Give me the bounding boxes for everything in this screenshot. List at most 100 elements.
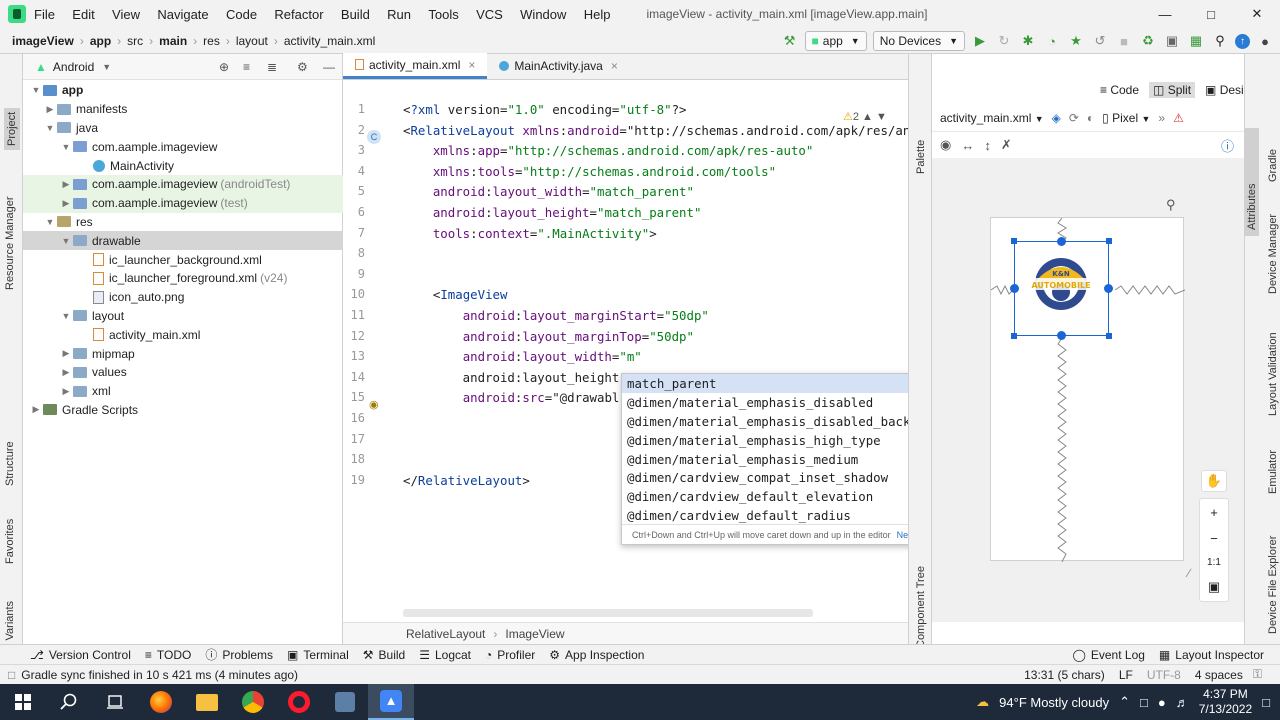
code-line[interactable]: android:layout_width="m" — [403, 349, 642, 364]
tree-item-app[interactable]: ▼ app — [23, 81, 343, 100]
tab-activity-main[interactable]: activity_main.xml × — [343, 53, 488, 79]
firefox-icon[interactable] — [138, 684, 184, 720]
tab-palette[interactable]: Palette — [915, 140, 927, 174]
menu-run[interactable]: Run — [387, 7, 411, 22]
clock[interactable]: 4:37 PM 7/13/2022 — [1199, 687, 1252, 717]
code-line[interactable]: tools:context=".MainActivity"> — [403, 226, 657, 241]
tool-app-inspection[interactable]: ⚙ App Inspection — [549, 648, 644, 662]
code-line[interactable]: android:layout_height="match_parent" — [403, 205, 702, 220]
magnet-icon[interactable]: ✗ — [1001, 137, 1012, 153]
crumb-imageview[interactable]: ImageView — [505, 627, 564, 641]
run-icon[interactable]: ▶ — [971, 32, 989, 50]
class-gutter-icon[interactable]: C — [367, 130, 381, 144]
tab-device-file-explorer[interactable]: Device File Explorer — [1267, 536, 1279, 634]
crumb-main[interactable]: main — [159, 34, 187, 48]
opera-icon[interactable] — [276, 684, 322, 720]
tree-item-package-test[interactable]: ▶ com.aample.imageview (test) — [23, 193, 343, 213]
volume-icon[interactable]: ♬ — [1176, 695, 1189, 710]
tab-resource-manager[interactable]: Resource Manager — [4, 196, 16, 290]
code-line[interactable]: android:layout_width="match_parent" — [403, 184, 694, 199]
caret-position[interactable]: 13:31 (5 chars) — [1024, 668, 1105, 682]
expand-all-icon[interactable]: ≡ — [243, 60, 250, 74]
tree-item-gradle-scripts[interactable]: ▶ Gradle Scripts — [23, 401, 343, 420]
code-line[interactable]: <RelativeLayout xmlns:android="http://sc… — [403, 123, 908, 138]
tree-item-xml[interactable]: ▶ xml — [23, 382, 343, 401]
network-icon[interactable]: □ — [1140, 695, 1148, 710]
tool-build[interactable]: ⚒ Build — [363, 648, 405, 662]
tab-layout-validation[interactable]: Layout Validation — [1267, 332, 1279, 416]
menu-view[interactable]: View — [112, 7, 140, 22]
minimize-button[interactable]: — — [1142, 0, 1188, 28]
code-line[interactable]: android:layout_marginTop="50dp" — [403, 329, 694, 344]
chevron-up-icon[interactable]: ⌃ — [1119, 694, 1130, 710]
maximize-button[interactable]: □ — [1188, 0, 1234, 28]
menu-refactor[interactable]: Refactor — [274, 7, 323, 22]
zoom-in-icon[interactable]: + — [1210, 505, 1218, 520]
indent-setting[interactable]: 4 spaces — [1195, 668, 1243, 682]
left-anchor-handle[interactable] — [1010, 284, 1019, 293]
zoom-fit-icon[interactable]: ▣ — [1208, 579, 1220, 595]
tree-item-ic-launcher-background[interactable]: ic_launcher_background.xml — [23, 250, 343, 269]
lock-icon[interactable]: ⚿ — [1253, 667, 1262, 682]
help-icon[interactable]: ⓘ — [1221, 136, 1234, 155]
zoom-reset-button[interactable]: 1:1 — [1207, 557, 1221, 568]
code-line[interactable]: <?xml version="1.0" encoding="utf-8"?> — [403, 102, 687, 117]
tool-layout-inspector[interactable]: ▦ Layout Inspector — [1159, 648, 1264, 662]
orientation-icon[interactable]: ⟳ — [1069, 111, 1079, 125]
gear-icon[interactable]: ⚙ — [297, 60, 308, 74]
pin-icon[interactable]: ⚲ — [1166, 197, 1176, 213]
menu-window[interactable]: Window — [520, 7, 566, 22]
chevron-down-icon[interactable]: ▼ — [102, 62, 111, 72]
resize-handle-icon[interactable]: ∕ — [1188, 566, 1190, 580]
layers-icon[interactable]: ◈ — [1052, 111, 1061, 125]
tab-emulator[interactable]: Emulator — [1267, 450, 1279, 494]
tool-logcat[interactable]: ☰ Logcat — [419, 648, 471, 662]
apply-changes-icon[interactable]: ↺ — [1091, 32, 1109, 50]
tab-mainactivity[interactable]: MainActivity.java × — [487, 53, 630, 79]
code-line[interactable]: <ImageView — [403, 287, 508, 302]
crumb-res[interactable]: res — [203, 34, 220, 48]
project-view-select[interactable]: Android — [53, 60, 94, 74]
tree-item-drawable[interactable]: ▼ drawable — [23, 231, 343, 251]
menu-code[interactable]: Code — [226, 7, 257, 22]
tool-version-control[interactable]: ⎇ Version Control — [30, 648, 131, 662]
tree-item-mipmap[interactable]: ▶ mipmap — [23, 344, 343, 363]
tool-terminal[interactable]: ▣ Terminal — [287, 648, 349, 662]
status-icon[interactable]: □ — [8, 668, 15, 682]
android-studio-taskbar-icon[interactable]: ▲ — [368, 684, 414, 720]
menu-vcs[interactable]: VCS — [476, 7, 503, 22]
view-mode-split[interactable]: ◫ Split — [1149, 82, 1196, 98]
crumb-project[interactable]: imageView — [12, 34, 74, 48]
menu-tools[interactable]: Tools — [428, 7, 458, 22]
tab-favorites[interactable]: Favorites — [4, 519, 16, 564]
code-line[interactable]: android:layout_height — [403, 370, 620, 385]
tab-device-manager[interactable]: Device Manager — [1267, 214, 1279, 294]
device-select[interactable]: No Devices ▼ — [872, 31, 965, 51]
device-select[interactable]: ▯ Pixel ▼ — [1102, 111, 1150, 125]
right-anchor-handle[interactable] — [1104, 284, 1113, 293]
zoom-out-icon[interactable]: − — [1210, 531, 1218, 546]
tab-attributes[interactable]: Attributes — [1246, 184, 1258, 230]
file-explorer-icon[interactable] — [184, 684, 230, 720]
tree-item-layout[interactable]: ▼ layout — [23, 307, 343, 326]
tree-item-icon-auto[interactable]: icon_auto.png — [23, 288, 343, 307]
tool-profiler[interactable]: ◔ Profiler — [485, 648, 535, 662]
menu-edit[interactable]: Edit — [72, 7, 94, 22]
update-icon[interactable]: ↑ — [1235, 33, 1250, 49]
tree-item-package[interactable]: ▼ com.aample.imageview — [23, 137, 343, 156]
pan-hand-icon[interactable]: ✋ — [1201, 470, 1227, 492]
top-anchor-handle[interactable] — [1057, 237, 1066, 246]
tree-item-java[interactable]: ▼ java — [23, 119, 343, 138]
horizontal-scrollbar[interactable] — [403, 609, 813, 617]
more-chevron-icon[interactable]: » — [1158, 111, 1165, 125]
search-icon[interactable] — [46, 684, 92, 720]
tree-item-manifests[interactable]: ▶ manifests — [23, 100, 343, 119]
notification-icon[interactable]: □ — [1262, 695, 1270, 710]
code-line[interactable]: android:src="@drawabl — [403, 390, 620, 405]
run-config-select[interactable]: ■ app ▼ — [804, 31, 867, 51]
chrome-icon[interactable] — [230, 684, 276, 720]
layout-file-select[interactable]: activity_main.xml ▼ — [940, 111, 1044, 125]
windows-start-icon[interactable] — [0, 684, 46, 720]
tree-item-activity-main[interactable]: activity_main.xml — [23, 325, 343, 344]
wifi-icon[interactable]: ● — [1158, 695, 1166, 710]
